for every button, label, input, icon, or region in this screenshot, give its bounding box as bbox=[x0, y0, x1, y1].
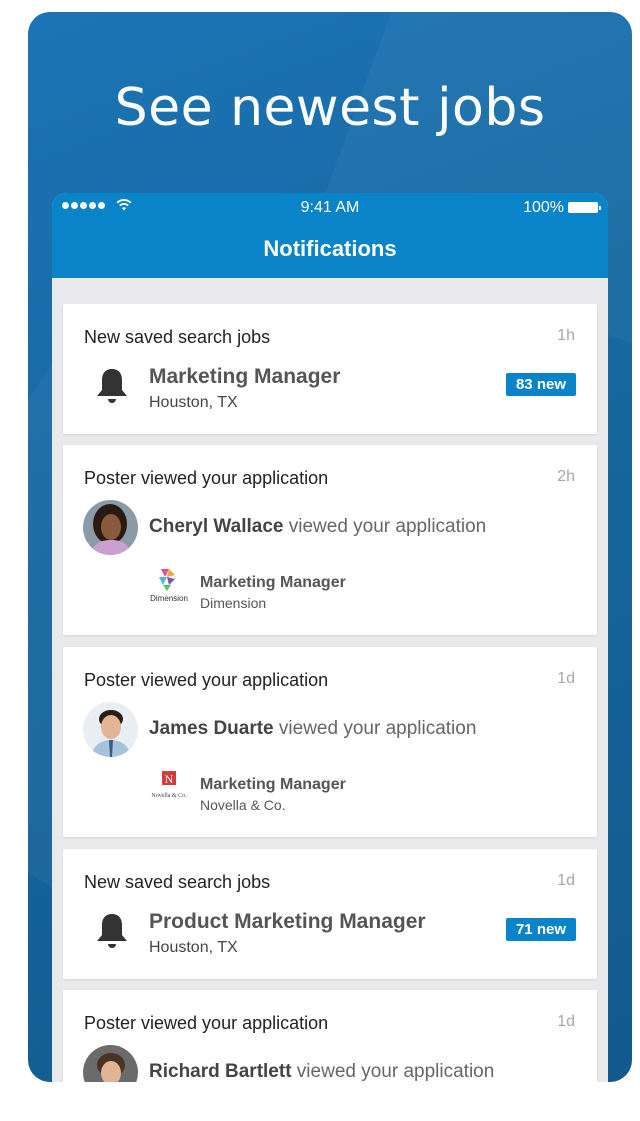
job-location: Houston, TX bbox=[149, 939, 238, 956]
card-heading: Poster viewed your application bbox=[84, 468, 329, 488]
phone-screen: 9:41 AM 100% Notifications New saved sea… bbox=[52, 193, 608, 1082]
notification-card-application-viewed[interactable]: Poster viewed your application 2h Cheryl… bbox=[63, 445, 597, 635]
job-location: Houston, TX bbox=[149, 394, 238, 411]
card-timestamp: 2h bbox=[557, 468, 575, 485]
viewer-name[interactable]: James Duarte bbox=[149, 718, 274, 739]
viewer-line: Cheryl Wallace viewed your application bbox=[149, 516, 486, 538]
job-title[interactable]: Marketing Manager bbox=[149, 365, 340, 389]
new-jobs-badge: 83 new bbox=[505, 373, 576, 396]
company-logo: N Novella & Co. bbox=[149, 767, 189, 807]
viewer-name[interactable]: Richard Bartlett bbox=[149, 1061, 292, 1082]
notification-card-saved-search[interactable]: New saved search jobs 1d Product Marketi… bbox=[63, 849, 597, 979]
avatar[interactable] bbox=[83, 1045, 138, 1082]
dimension-logo-icon: Dimension bbox=[150, 569, 188, 603]
company-logo: Dimension bbox=[149, 565, 189, 605]
card-heading: Poster viewed your application bbox=[84, 1013, 329, 1033]
viewer-action: viewed your application bbox=[273, 718, 477, 739]
svg-text:Novella & Co.: Novella & Co. bbox=[151, 793, 187, 799]
novella-logo-icon: N Novella & Co. bbox=[151, 771, 187, 799]
card-timestamp: 1h bbox=[557, 327, 575, 344]
viewer-line: James Duarte viewed your application bbox=[149, 718, 476, 740]
card-timestamp: 1d bbox=[557, 670, 575, 687]
nav-title: Notifications bbox=[52, 222, 608, 278]
card-heading: New saved search jobs bbox=[84, 327, 271, 347]
company-name: Dimension bbox=[200, 595, 267, 611]
promo-title: See newest jobs bbox=[114, 78, 546, 138]
promo-background: See newest jobs 9:41 AM 100% Notificatio… bbox=[28, 12, 632, 1082]
avatar[interactable] bbox=[83, 702, 138, 757]
status-bar: 9:41 AM 100% bbox=[52, 193, 608, 222]
job-title[interactable]: Marketing Manager bbox=[200, 776, 346, 794]
card-timestamp: 1d bbox=[557, 872, 575, 889]
svg-text:Dimension: Dimension bbox=[150, 594, 188, 603]
svg-text:N: N bbox=[165, 772, 174, 786]
viewer-action: viewed your application bbox=[291, 1061, 495, 1082]
job-title[interactable]: Product Marketing Manager bbox=[149, 910, 426, 934]
new-jobs-badge: 71 new bbox=[505, 918, 576, 941]
card-heading: New saved search jobs bbox=[84, 872, 271, 892]
avatar[interactable] bbox=[83, 500, 138, 555]
bell-icon bbox=[97, 369, 127, 403]
notification-card-application-viewed[interactable]: Poster viewed your application 1d Richar… bbox=[63, 990, 597, 1082]
viewer-action: viewed your application bbox=[283, 516, 487, 537]
bell-icon bbox=[97, 914, 127, 948]
company-name: Novella & Co. bbox=[200, 797, 286, 813]
battery-icon bbox=[568, 202, 601, 213]
battery-percentage: 100% bbox=[523, 199, 564, 216]
notification-card-application-viewed[interactable]: Poster viewed your application 1d James … bbox=[63, 647, 597, 837]
notification-card-saved-search[interactable]: New saved search jobs 1h Marketing Manag… bbox=[63, 304, 597, 434]
viewer-line: Richard Bartlett viewed your application bbox=[149, 1061, 494, 1082]
viewer-name[interactable]: Cheryl Wallace bbox=[149, 516, 283, 537]
card-timestamp: 1d bbox=[557, 1013, 575, 1030]
card-heading: Poster viewed your application bbox=[84, 670, 329, 690]
job-title[interactable]: Marketing Manager bbox=[200, 574, 346, 592]
